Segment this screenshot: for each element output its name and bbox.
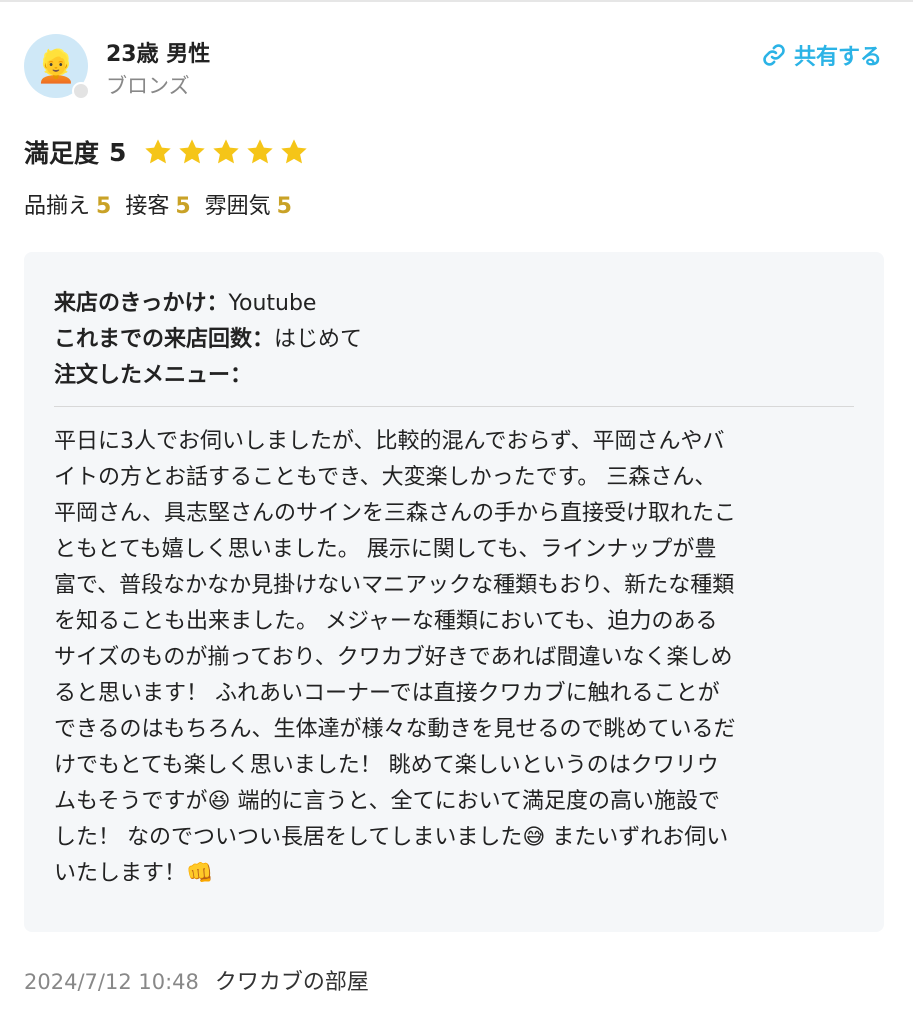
review-body: 来店のきっかけ：Youtube これまでの来店回数：はじめて 注文したメニュー：… (24, 252, 884, 932)
visit-details: 来店のきっかけ：Youtube これまでの来店回数：はじめて 注文したメニュー： (54, 286, 362, 394)
star-icon (145, 139, 172, 164)
ordered-menu-row: 注文したメニュー： (54, 358, 362, 394)
section-divider (54, 406, 854, 407)
star-icon (213, 139, 240, 164)
avatar-emoji: 👱 (36, 47, 76, 85)
link-icon (763, 44, 785, 66)
reviewer-rank: ブロンズ (106, 74, 190, 98)
subrating-label: 品揃え (24, 194, 91, 219)
subrating-label: 雰囲気 (204, 194, 271, 219)
subrating-score: 5 (96, 194, 112, 219)
star-icon (247, 139, 274, 164)
review-date: 2024/7/12 10:48 (24, 970, 199, 994)
review-text: 平日に3人でお伺いしましたが、比較的混んでおらず、平岡さんやバ イトの方とお話す… (54, 429, 737, 886)
subrating-atmosphere: 雰囲気 5 (205, 188, 292, 220)
visit-trigger-row: 来店のきっかけ：Youtube (54, 286, 362, 322)
ordered-menu-label: 注文したメニュー： (54, 363, 253, 388)
shop-name: クワカブの部屋 (214, 970, 369, 995)
status-dot (72, 82, 90, 100)
visit-trigger-value: Youtube (228, 291, 317, 316)
review-footer: 2024/7/12 10:48 クワカブの部屋 (24, 964, 369, 996)
subrating-label: 接客 (125, 194, 170, 219)
subrating-service: 接客 5 (125, 188, 190, 220)
satisfaction-label: 満足度 (24, 139, 100, 168)
visit-trigger-label: 来店のきっかけ： (54, 291, 229, 316)
share-button[interactable]: 共有する (762, 39, 882, 71)
subrating-score: 5 (175, 194, 191, 219)
subrating-score: 5 (276, 194, 292, 219)
visit-count-row: これまでの来店回数：はじめて (54, 322, 362, 358)
satisfaction-value: 5 (109, 137, 127, 167)
star-icon (281, 139, 308, 164)
top-divider (0, 0, 913, 2)
share-label: 共有する (793, 45, 882, 70)
satisfaction-rating: 満足度 5 (24, 132, 312, 172)
sub-ratings: 品揃え 5 接客 5 雰囲気 5 (24, 188, 306, 220)
visit-count-label: これまでの来店回数： (54, 327, 275, 352)
subrating-selection: 品揃え 5 (24, 188, 111, 220)
visit-count-value: はじめて (274, 327, 363, 352)
star-rating (142, 136, 312, 168)
review-header: 👱 23歳 男性 ブロンズ 共有する (24, 34, 888, 100)
star-icon (179, 139, 206, 164)
reviewer-name: 23歳 男性 (106, 42, 211, 67)
